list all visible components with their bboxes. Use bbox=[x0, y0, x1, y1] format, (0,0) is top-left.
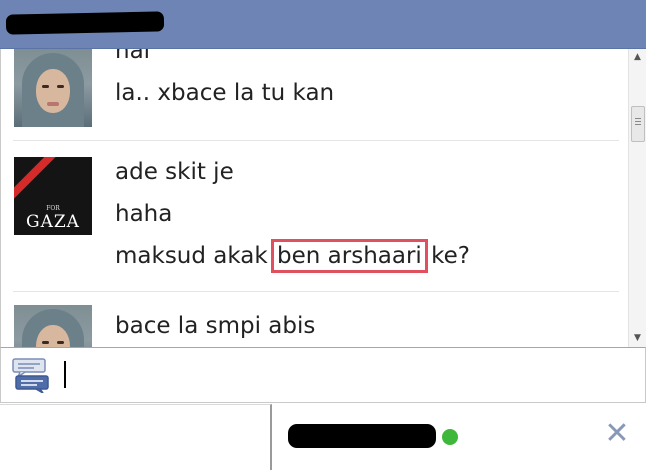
message-group: bace la smpi abis bbox=[1, 303, 629, 347]
scrollbar[interactable]: ▲ ▼ bbox=[628, 49, 646, 347]
message-divider bbox=[13, 291, 619, 292]
scroll-down-arrow-icon[interactable]: ▼ bbox=[629, 330, 646, 347]
avatar[interactable] bbox=[14, 49, 92, 127]
message-text-before: maksud akak bbox=[115, 243, 276, 269]
message-line: hai bbox=[115, 49, 151, 64]
chat-bubbles-icon bbox=[12, 358, 49, 393]
avatar[interactable] bbox=[14, 305, 92, 347]
message-group: FOR GAZA ade skit je haha maksud akak be… bbox=[1, 151, 629, 292]
avatar[interactable]: FOR GAZA bbox=[14, 157, 92, 235]
close-icon[interactable]: ✕ bbox=[602, 419, 632, 449]
redacted-contact-name bbox=[288, 424, 436, 448]
ribbon-icon bbox=[14, 157, 57, 200]
online-status-icon bbox=[442, 429, 458, 445]
chat-dock: ✕ bbox=[0, 404, 646, 470]
message-group: hai la.. xbace la tu kan bbox=[1, 49, 629, 141]
avatar-caption-large: GAZA bbox=[26, 212, 80, 232]
message-line: ade skit je bbox=[115, 159, 234, 185]
message-list[interactable]: hai la.. xbace la tu kan FOR GAZA ade sk… bbox=[0, 49, 629, 347]
message-line: la.. xbace la tu kan bbox=[115, 80, 335, 106]
chat-message-input[interactable] bbox=[69, 356, 623, 394]
message-line: maksud akak ben arshaari ke? bbox=[115, 239, 470, 273]
chat-contact-tab[interactable]: ✕ bbox=[274, 404, 646, 470]
highlighted-text: ben arshaari bbox=[271, 239, 428, 273]
avatar-caption-small: FOR bbox=[46, 205, 60, 212]
dock-empty-area bbox=[0, 404, 272, 470]
message-line: bace la smpi abis bbox=[115, 313, 316, 339]
text-caret bbox=[64, 361, 66, 388]
redacted-title bbox=[5, 11, 165, 35]
message-line: haha bbox=[115, 201, 173, 227]
message-text-after: ke? bbox=[423, 243, 470, 269]
chat-window: hai la.. xbace la tu kan FOR GAZA ade sk… bbox=[0, 0, 646, 404]
scroll-up-arrow-icon[interactable]: ▲ bbox=[629, 49, 646, 66]
scrollbar-thumb[interactable] bbox=[631, 106, 645, 142]
message-divider bbox=[13, 140, 619, 141]
chat-input-area[interactable] bbox=[0, 347, 646, 403]
chat-titlebar[interactable] bbox=[0, 0, 646, 49]
